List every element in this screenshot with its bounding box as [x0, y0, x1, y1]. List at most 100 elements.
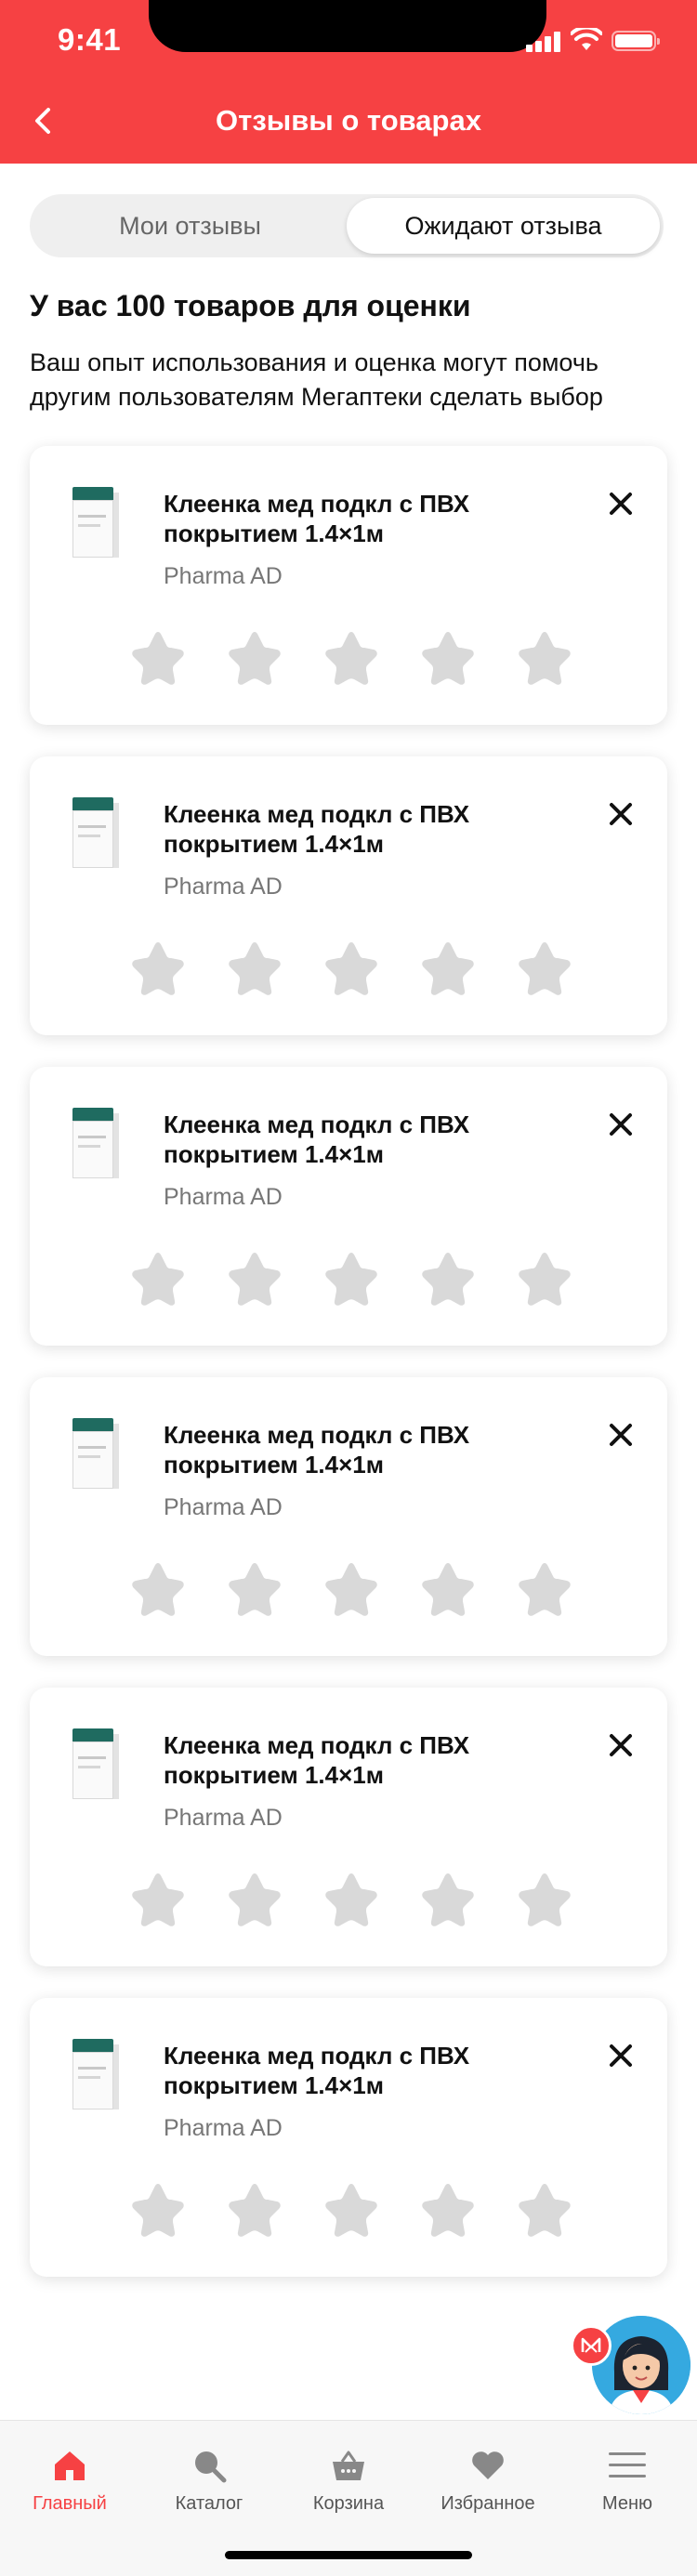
rating-star-icon[interactable]	[515, 628, 574, 688]
star-rating	[128, 1870, 574, 1931]
rating-star-icon[interactable]	[128, 1249, 188, 1308]
brand-m-icon	[581, 2337, 601, 2353]
product-image	[69, 797, 119, 875]
tab-menu[interactable]: Меню	[558, 2421, 697, 2523]
product-brand: Pharma AD	[164, 1494, 283, 1520]
products-to-rate-title: У вас 100 товаров для оценки	[30, 289, 471, 322]
tab-awaiting-review[interactable]: Ожидают отзыва	[347, 198, 660, 254]
dismiss-button[interactable]	[602, 1106, 639, 1143]
dismiss-button[interactable]	[602, 795, 639, 833]
rating-star-icon[interactable]	[515, 2180, 574, 2240]
product-image	[69, 1728, 119, 1807]
star-rating	[128, 1249, 574, 1310]
star-rating	[128, 2180, 574, 2241]
rating-star-icon[interactable]	[225, 1559, 284, 1619]
dismiss-button[interactable]	[602, 485, 639, 522]
product-name: Клеенка мед подкл с ПВХ покрытием 1.4×1м	[164, 800, 470, 858]
dismiss-button[interactable]	[602, 1727, 639, 1764]
rating-star-icon[interactable]	[225, 628, 284, 688]
rating-star-icon[interactable]	[128, 1559, 188, 1619]
battery-icon	[612, 31, 660, 51]
basket-icon	[333, 2451, 364, 2480]
tab-home[interactable]: Главный	[0, 2421, 139, 2523]
rating-star-icon[interactable]	[322, 628, 381, 688]
product-brand: Pharma AD	[164, 2115, 283, 2141]
rating-star-icon[interactable]	[418, 1870, 478, 1929]
rating-star-icon[interactable]	[418, 939, 478, 998]
cellular-signal-icon	[526, 32, 561, 52]
product-name: Клеенка мед подкл с ПВХ покрытием 1.4×1м	[164, 490, 470, 547]
rating-star-icon[interactable]	[322, 939, 381, 998]
home-icon	[55, 2451, 85, 2480]
rating-star-icon[interactable]	[515, 939, 574, 998]
rating-star-icon[interactable]	[225, 939, 284, 998]
rating-star-icon[interactable]	[322, 1249, 381, 1308]
tab-label: Каталог	[175, 2493, 243, 2514]
product-brand: Pharma AD	[164, 1184, 283, 1210]
product-name: Клеенка мед подкл с ПВХ покрытием 1.4×1м	[164, 2042, 470, 2099]
tab-cart[interactable]: Корзина	[279, 2421, 418, 2523]
dismiss-button[interactable]	[602, 1416, 639, 1453]
header: 9:41 Отзывы о товарах	[0, 0, 697, 164]
close-icon	[610, 1113, 632, 1136]
rating-star-icon[interactable]	[128, 2180, 188, 2240]
device-notch	[149, 0, 546, 52]
rating-star-icon[interactable]	[418, 1559, 478, 1619]
tab-favorites[interactable]: Избранное	[418, 2421, 558, 2523]
home-indicator	[225, 2551, 472, 2559]
close-icon	[610, 803, 632, 825]
star-rating	[128, 939, 574, 1000]
assistant-avatar-button[interactable]	[592, 2316, 690, 2414]
tab-my-reviews[interactable]: Мои отзывы	[33, 198, 347, 254]
rating-star-icon[interactable]	[128, 1870, 188, 1929]
rating-star-icon[interactable]	[418, 2180, 478, 2240]
review-segment-control: Мои отзывы Ожидают отзыва	[30, 194, 664, 257]
product-brand: Pharma AD	[164, 1805, 283, 1831]
rating-star-icon[interactable]	[418, 628, 478, 688]
status-bar: 9:41	[0, 0, 697, 82]
product-image	[69, 487, 119, 565]
product-brand: Pharma AD	[164, 874, 283, 900]
dismiss-button[interactable]	[602, 2037, 639, 2074]
product-review-card: Клеенка мед подкл с ПВХ покрытием 1.4×1м…	[30, 756, 667, 1035]
close-icon	[610, 493, 632, 515]
tab-label: Главный	[33, 2493, 107, 2514]
rating-star-icon[interactable]	[225, 2180, 284, 2240]
rating-star-icon[interactable]	[322, 1870, 381, 1929]
tab-label: Избранное	[441, 2493, 535, 2514]
pharmacist-avatar-icon	[592, 2316, 690, 2414]
menu-icon	[609, 2452, 646, 2477]
product-name: Клеенка мед подкл с ПВХ покрытием 1.4×1м	[164, 1421, 470, 1479]
wifi-icon	[571, 28, 602, 50]
product-review-card: Клеенка мед подкл с ПВХ покрытием 1.4×1м…	[30, 1998, 667, 2277]
product-review-card: Клеенка мед подкл с ПВХ покрытием 1.4×1м…	[30, 446, 667, 725]
chat-badge[interactable]	[571, 2325, 612, 2366]
rating-star-icon[interactable]	[128, 628, 188, 688]
product-name: Клеенка мед подкл с ПВХ покрытием 1.4×1м	[164, 1111, 470, 1168]
status-time: 9:41	[58, 22, 122, 57]
close-icon	[610, 2044, 632, 2067]
product-image	[69, 2039, 119, 2117]
rating-star-icon[interactable]	[322, 1559, 381, 1619]
product-image	[69, 1108, 119, 1186]
rating-star-icon[interactable]	[225, 1870, 284, 1929]
rating-star-icon[interactable]	[515, 1870, 574, 1929]
tab-label: Корзина	[312, 2493, 385, 2514]
product-review-card: Клеенка мед подкл с ПВХ покрытием 1.4×1м…	[30, 1067, 667, 1346]
product-review-card: Клеенка мед подкл с ПВХ покрытием 1.4×1м…	[30, 1377, 667, 1656]
star-rating	[128, 628, 574, 690]
rating-star-icon[interactable]	[322, 2180, 381, 2240]
rating-star-icon[interactable]	[515, 1559, 574, 1619]
review-description: Ваш опыт использования и оценка могут по…	[30, 348, 603, 411]
rating-star-icon[interactable]	[515, 1249, 574, 1308]
star-rating	[128, 1559, 574, 1621]
tab-label: Меню	[601, 2493, 653, 2514]
tab-catalog[interactable]: Каталог	[139, 2421, 279, 2523]
rating-star-icon[interactable]	[128, 939, 188, 998]
product-brand: Pharma AD	[164, 563, 283, 589]
search-icon	[195, 2451, 227, 2483]
close-icon	[610, 1734, 632, 1756]
status-icons	[526, 26, 665, 56]
rating-star-icon[interactable]	[225, 1249, 284, 1308]
rating-star-icon[interactable]	[418, 1249, 478, 1308]
